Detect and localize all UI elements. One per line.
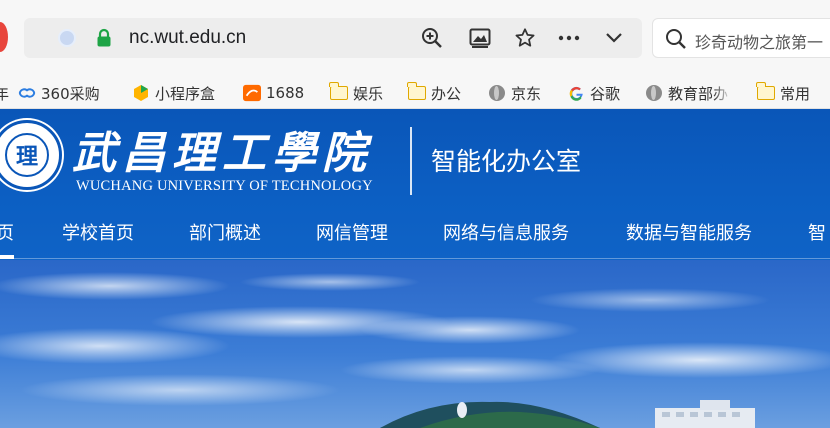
seal-glyph: 理 <box>5 133 49 177</box>
bookmark-moe[interactable]: 教育部办 <box>645 82 732 104</box>
nav-item-home-fragment[interactable]: 页 <box>0 219 14 245</box>
site-info-icon[interactable] <box>58 29 76 47</box>
office-title: 智能化办公室 <box>431 147 582 176</box>
nav-item-department[interactable]: 部门概述 <box>189 219 261 245</box>
zoom-icon[interactable] <box>420 26 444 50</box>
university-seal-logo[interactable]: 理 <box>0 120 62 190</box>
globe-icon <box>488 84 506 102</box>
search-icon <box>665 28 687 54</box>
alibaba-1688-icon <box>243 84 261 102</box>
bookmark-folder-entertainment[interactable]: 娱乐 <box>329 82 384 104</box>
main-nav: 页 学校首页 部门概述 网信管理 网络与信息服务 数据与智能服务 智 <box>0 209 830 259</box>
folder-icon <box>329 82 348 102</box>
bookmark-label: 谷歌 <box>590 84 621 103</box>
nav-item-network-management[interactable]: 网信管理 <box>316 219 388 245</box>
mini-program-icon <box>132 84 150 102</box>
site-header: 理 武昌理工學院 WUCHANG UNIVERSITY OF TECHNOLOG… <box>0 109 830 260</box>
browser-address-row: nc.wut.edu.cn 珍奇动物之旅第一 <box>0 0 830 76</box>
bookmarks-bar: 年 360采购 小程序盒 1688 娱乐 <box>0 76 830 109</box>
nav-item-data-services[interactable]: 数据与智能服务 <box>626 219 752 245</box>
campus-banner-image <box>0 260 830 428</box>
bookmark-360[interactable]: 360采购 <box>18 82 100 104</box>
university-name-en: WUCHANG UNIVERSITY OF TECHNOLOGY <box>76 178 373 194</box>
header-divider <box>410 127 412 195</box>
address-bar[interactable]: nc.wut.edu.cn <box>24 18 642 58</box>
nav-item-school-home[interactable]: 学校首页 <box>62 219 134 245</box>
folder-icon <box>407 82 426 102</box>
chevron-down-icon[interactable] <box>602 26 626 50</box>
nav-item-network-services[interactable]: 网络与信息服务 <box>443 219 569 245</box>
bookmark-folder-common[interactable]: 常用 <box>756 82 811 104</box>
star-icon[interactable] <box>513 26 537 50</box>
more-icon[interactable] <box>557 26 581 50</box>
bookmark-label: 娱乐 <box>353 84 384 103</box>
bookmark-folder-office[interactable]: 办公 <box>407 82 462 104</box>
bookmark-jd[interactable]: 京东 <box>488 82 541 104</box>
bookmark-fragment[interactable]: 年 <box>0 82 9 104</box>
folder-icon <box>756 82 775 102</box>
nav-item-more-fragment[interactable]: 智 <box>808 219 826 245</box>
bookmark-label: 1688 <box>266 84 305 102</box>
360-icon <box>18 84 36 102</box>
nav-active-indicator <box>0 255 14 259</box>
browser-search-box[interactable]: 珍奇动物之旅第一 <box>652 18 830 58</box>
bookmark-label: 小程序盒 <box>155 84 216 103</box>
lock-icon[interactable] <box>96 28 112 48</box>
bookmark-label: 京东 <box>511 84 542 103</box>
reader-icon[interactable] <box>468 26 492 50</box>
bookmark-label: 教育部办 <box>668 84 729 103</box>
bookmark-label: 常用 <box>780 84 811 103</box>
bookmark-mini-program[interactable]: 小程序盒 <box>132 82 215 104</box>
search-text[interactable]: 珍奇动物之旅第一 <box>695 29 823 53</box>
google-icon <box>567 84 585 102</box>
bookmark-label: 360采购 <box>41 84 100 103</box>
globe-icon <box>645 84 663 102</box>
bookmark-1688[interactable]: 1688 <box>243 82 304 104</box>
university-name-cn[interactable]: 武昌理工學院 <box>72 117 372 181</box>
browser-menu-icon[interactable] <box>0 22 8 52</box>
url-text[interactable]: nc.wut.edu.cn <box>129 27 246 49</box>
bookmark-google[interactable]: 谷歌 <box>567 82 620 104</box>
bookmark-label: 办公 <box>431 84 462 103</box>
